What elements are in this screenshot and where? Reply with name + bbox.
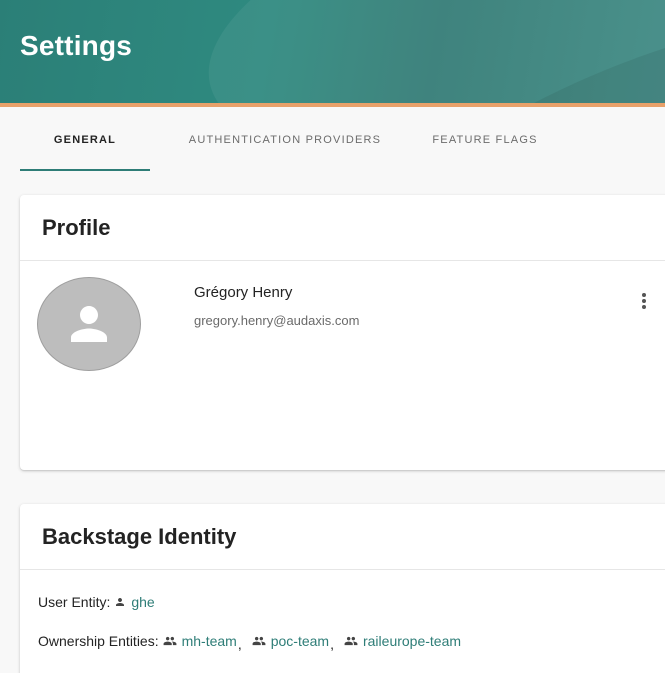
ownership-entity-link[interactable]: mh-team	[182, 633, 237, 649]
group-icon	[252, 635, 266, 647]
group-icon	[344, 635, 358, 647]
tab-general[interactable]: GENERAL	[20, 107, 150, 173]
separator: ,	[330, 636, 334, 652]
tab-authentication-providers[interactable]: AUTHENTICATION PROVIDERS	[150, 107, 420, 173]
ownership-entity-link[interactable]: raileurope-team	[363, 633, 461, 649]
user-display-name: Grégory Henry	[194, 284, 293, 301]
more-vert-icon[interactable]	[635, 291, 653, 311]
user-entity-row: User Entity: ghe	[38, 594, 155, 610]
person-icon	[114, 596, 126, 608]
identity-card-title: Backstage Identity	[20, 504, 665, 570]
backstage-identity-card: Backstage Identity User Entity: ghe Owne…	[20, 504, 665, 673]
tab-feature-flags[interactable]: FEATURE FLAGS	[420, 107, 550, 173]
app-header: Settings	[0, 0, 665, 107]
ownership-entities-row: Ownership Entities: mh-team , poc-team ,…	[38, 633, 461, 652]
profile-card: Profile Grégory Henry gregory.henry@auda…	[20, 195, 665, 470]
settings-tabs: GENERAL AUTHENTICATION PROVIDERS FEATURE…	[20, 107, 665, 173]
group-icon	[163, 635, 177, 647]
user-email: gregory.henry@audaxis.com	[194, 313, 360, 328]
person-icon	[71, 306, 107, 342]
user-entity-link[interactable]: ghe	[131, 594, 154, 610]
avatar	[37, 277, 141, 371]
separator: ,	[237, 636, 242, 652]
profile-card-title: Profile	[20, 195, 665, 261]
ownership-entity-link[interactable]: poc-team	[271, 633, 329, 649]
user-entity-label: User Entity:	[38, 594, 111, 610]
ownership-entities-label: Ownership Entities:	[38, 633, 159, 649]
page-title: Settings	[20, 30, 133, 61]
